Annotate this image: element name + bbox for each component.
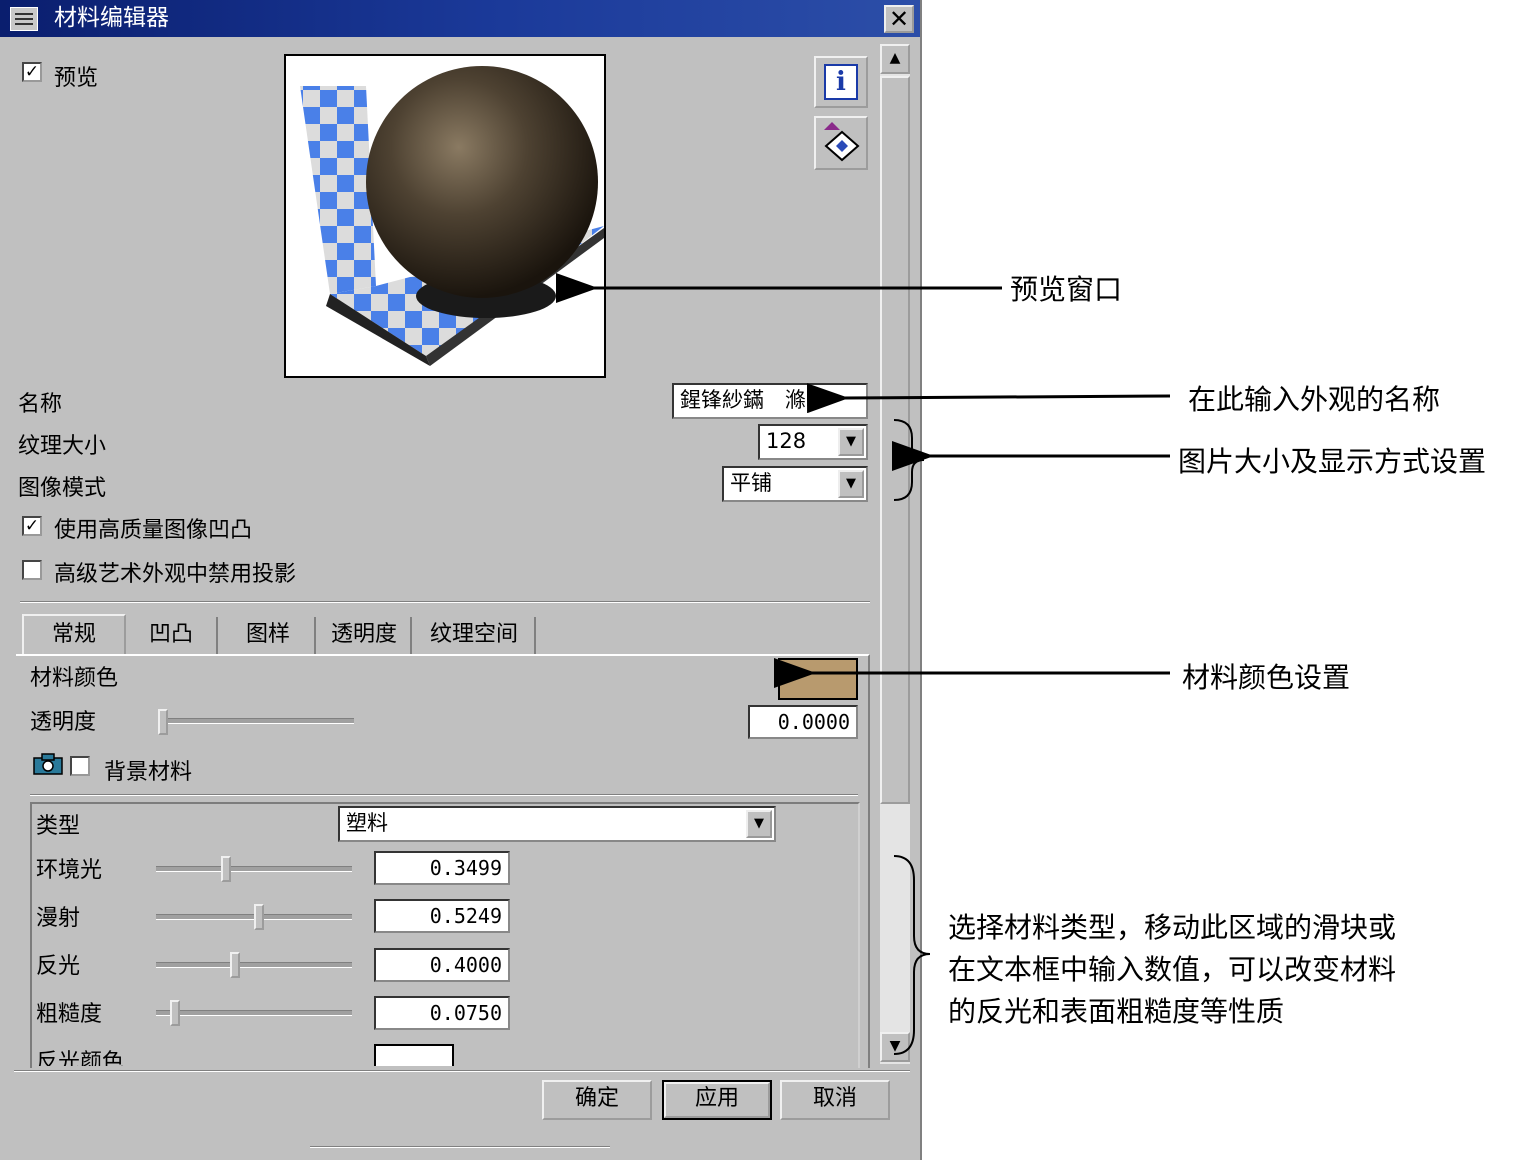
annotation-material-line1: 选择材料类型，移动此区域的滑块或 (948, 911, 1397, 944)
annotation-material-line2: 在文本框中输入数值，可以改变材料 (948, 953, 1397, 986)
annotation-image-settings: 图片大小及显示方式设置 (1178, 445, 1487, 478)
name-input-arrow (806, 383, 1171, 414)
annotation-material-line3: 的反光和表面粗糙度等性质 (948, 995, 1285, 1028)
image-settings-brace (893, 419, 925, 501)
annotation-preview-window: 预览窗口 (1010, 273, 1123, 306)
annotation-color-settings: 材料颜色设置 (1182, 661, 1351, 694)
material-settings-brace (893, 855, 931, 1055)
annotation-name-input: 在此输入外观的名称 (1188, 383, 1441, 416)
